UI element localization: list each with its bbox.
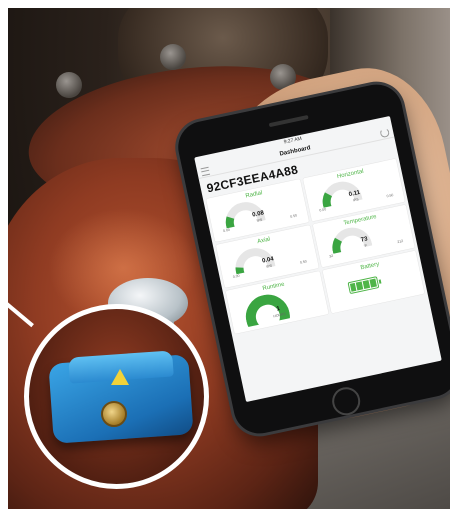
screen-title: Dashboard bbox=[279, 145, 312, 158]
home-button[interactable] bbox=[329, 384, 363, 418]
app-screen: 9:27 AM Dashboard 92CF3EEA4A88 Radial 0.… bbox=[194, 115, 442, 403]
bolt bbox=[160, 44, 186, 70]
tile-min: 32 bbox=[328, 253, 334, 259]
tile-min: 0.00 bbox=[232, 273, 240, 280]
sensor-arrow-icon bbox=[111, 369, 129, 385]
sensor-screw bbox=[101, 401, 127, 427]
tile-max: 0.50 bbox=[386, 192, 394, 199]
tile-max: 212 bbox=[396, 238, 404, 245]
tile-max: 0.50 bbox=[299, 259, 308, 265]
bolt bbox=[56, 72, 82, 98]
sensor-zoom-inset bbox=[24, 304, 209, 489]
tile-min: 0.00 bbox=[222, 227, 231, 234]
earpiece bbox=[268, 114, 309, 128]
tile-min: 0.00 bbox=[319, 207, 327, 213]
tile-max: 0.50 bbox=[289, 213, 298, 219]
photo: 9:27 AM Dashboard 92CF3EEA4A88 Radial 0.… bbox=[8, 8, 450, 509]
battery-icon bbox=[347, 276, 379, 295]
menu-icon[interactable] bbox=[200, 166, 211, 177]
refresh-icon[interactable] bbox=[379, 127, 391, 139]
